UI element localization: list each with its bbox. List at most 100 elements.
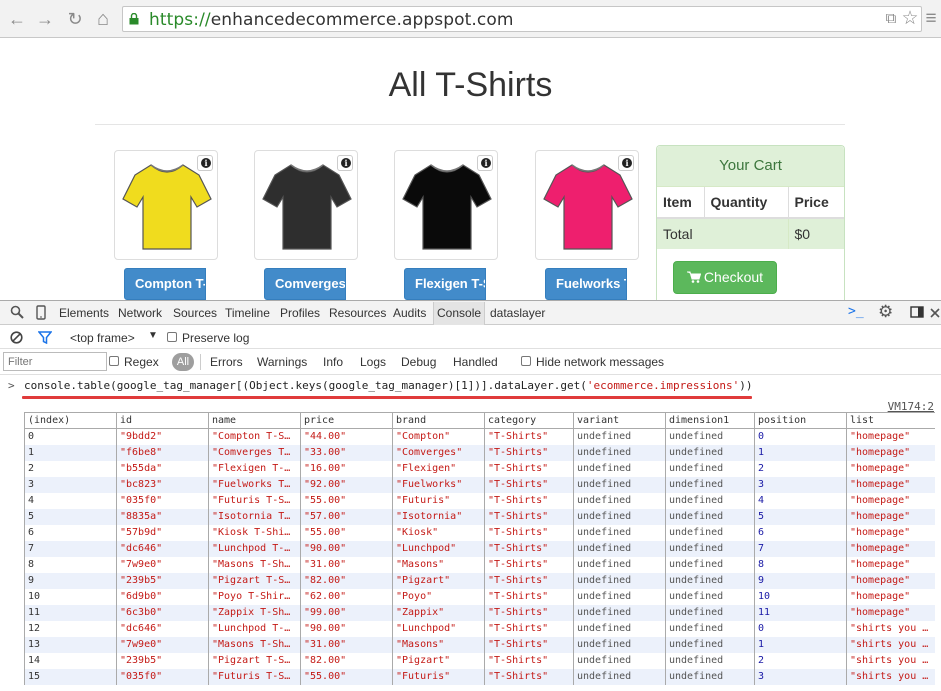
info-icon[interactable]: i [337,155,353,171]
product-image[interactable]: i [114,150,218,260]
console-drawer-icon[interactable]: >_ [848,304,864,319]
table-row: 2 "b55da" "Flexigen T-… "16.00" "Flexigen" "T… [24,460,935,477]
inspect-icon[interactable] [10,305,24,322]
gear-icon[interactable]: ⚙ [878,302,893,322]
table-cell: "57.00" [300,508,393,525]
filter-input[interactable] [3,352,107,371]
table-cell: "16.00" [300,460,393,477]
table-header[interactable]: id [116,412,209,429]
menu-icon[interactable]: ≡ [922,8,940,30]
table-cell: "Futuris" [392,668,485,685]
table-cell: undefined [573,476,666,493]
device-mode-icon[interactable] [36,305,46,323]
tab-sources[interactable]: Sources [173,306,217,320]
info-icon[interactable]: i [197,155,213,171]
tab-audits[interactable]: Audits [393,306,426,320]
table-cell: "dc646" [116,540,209,557]
tab-resources[interactable]: Resources [329,306,386,320]
level-logs[interactable]: Logs [360,355,386,369]
table-cell: "Pigzart T-S… [208,652,301,669]
table-cell: 6 [754,524,847,541]
table-cell: "Lunchpod T-… [208,540,301,557]
table-cell: "f6be8" [116,444,209,461]
preserve-log-checkbox[interactable] [167,332,177,342]
checkout-button[interactable]: Checkout [673,261,777,294]
command-text: console.table(google_tag_manager[(Object… [24,379,587,392]
level-all[interactable]: All [172,353,194,371]
info-icon[interactable]: i [618,155,634,171]
tab-elements[interactable]: Elements [59,306,109,320]
address-url[interactable]: https://enhancedecommerce.appspot.com [149,10,513,30]
tab-profiles[interactable]: Profiles [280,306,320,320]
tab-dataslayer[interactable]: dataslayer [490,306,545,320]
preserve-log-label: Preserve log [182,331,250,345]
table-header[interactable]: name [208,412,301,429]
table-cell: undefined [665,604,755,621]
table-row: 13 "7w9e0" "Masons T-Sh… "31.00" "Masons" "T-… [24,636,935,653]
table-row: 0 "9bdd2" "Compton T-S… "44.00" "Compton" "T-… [24,428,935,445]
table-cell: "T-Shirts" [484,444,574,461]
product-image[interactable]: i [535,150,639,260]
table-cell: 0 [24,428,117,445]
table-header[interactable]: brand [392,412,485,429]
table-cell: 1 [24,444,117,461]
forward-icon[interactable]: → [34,8,56,30]
product-image[interactable]: i [394,150,498,260]
reload-icon[interactable]: ↻ [64,8,86,30]
table-cell: undefined [573,540,666,557]
table-header[interactable]: list [846,412,935,429]
tshirt-icon [543,164,633,250]
table-cell: "T-Shirts" [484,652,574,669]
level-debug[interactable]: Debug [401,355,436,369]
cart-icon [686,271,702,283]
checkout-label: Checkout [703,269,764,285]
table-cell: 2 [754,460,847,477]
dock-icon[interactable] [910,305,924,321]
hide-network-checkbox[interactable] [521,356,531,366]
product-button[interactable]: Compton T-Shirt [124,268,206,300]
table-header[interactable]: dimension1 [665,412,755,429]
table-cell: 3 [754,476,847,493]
table-cell: "Futuris" [392,492,485,509]
level-warnings[interactable]: Warnings [257,355,307,369]
table-header[interactable]: (index) [24,412,117,429]
product-button[interactable]: Fuelworks T-Shirt [545,268,627,300]
table-cell: "57b9d" [116,524,209,541]
address-bar[interactable]: https://enhancedecommerce.appspot.com [122,6,922,32]
table-cell: "T-Shirts" [484,636,574,653]
home-icon[interactable]: ⌂ [92,8,114,30]
product-image[interactable]: i [254,150,358,260]
regex-checkbox[interactable] [109,356,119,366]
back-icon[interactable]: ← [6,8,28,30]
tab-console[interactable]: Console [433,302,486,325]
table-header[interactable]: price [300,412,393,429]
table-row: 12 "dc646" "Lunchpod T-… "90.00" "Lunchpod" "… [24,620,935,637]
tab-network[interactable]: Network [118,306,162,320]
table-cell: 11 [24,604,117,621]
table-cell: undefined [573,524,666,541]
level-handled[interactable]: Handled [453,355,498,369]
frame-dropdown-icon[interactable]: ▼ [148,330,158,341]
table-cell: "Futuris T-S… [208,492,301,509]
product-button[interactable]: Flexigen T-Shirt [404,268,486,300]
table-cell: "homepage" [846,540,935,557]
table-header[interactable]: category [484,412,574,429]
table-cell: "Lunchpod" [392,540,485,557]
table-cell: "T-Shirts" [484,492,574,509]
level-info[interactable]: Info [323,355,343,369]
frame-selector[interactable]: <top frame> [70,331,135,345]
clear-console-icon[interactable] [10,331,23,347]
table-header[interactable]: variant [573,412,666,429]
level-errors[interactable]: Errors [210,355,243,369]
table-cell: "T-Shirts" [484,508,574,525]
close-icon[interactable] [930,305,940,321]
star-icon[interactable]: ☆ [899,8,921,30]
table-row: 14 "239b5" "Pigzart T-S… "82.00" "Pigzart" "T… [24,652,935,669]
table-header[interactable]: position [754,412,847,429]
info-icon[interactable]: i [477,155,493,171]
product-button[interactable]: Comverges T-Shirt [264,268,346,300]
tab-timeline[interactable]: Timeline [225,306,270,320]
table-row: 9 "239b5" "Pigzart T-S… "82.00" "Pigzart" "T-… [24,572,935,589]
filter-icon[interactable] [37,331,53,347]
console-command[interactable]: > console.table(google_tag_manager[(Obje… [0,376,941,396]
